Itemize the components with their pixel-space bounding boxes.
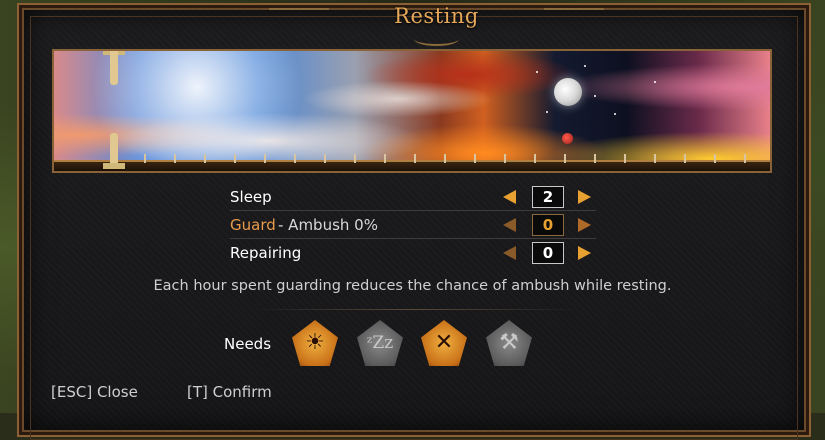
- timeline-tick: [204, 154, 206, 163]
- repairing-increase-arrow-icon[interactable]: [578, 246, 591, 260]
- timeline-tick: [714, 154, 716, 163]
- row-divider: [230, 210, 596, 211]
- guard-hours-value: 0: [532, 214, 564, 236]
- guard-decrease-arrow-icon[interactable]: [503, 218, 516, 232]
- repairing-hours-value: 0: [532, 242, 564, 264]
- window-title: Resting: [394, 4, 479, 28]
- title-curl-ornament: [414, 32, 459, 46]
- fork-knife-glyph: ✕: [434, 330, 454, 355]
- sleep-hours-value: 2: [532, 186, 564, 208]
- timeline-horizon: [54, 160, 770, 171]
- ambush-chance-label: - Ambush 0%: [278, 216, 378, 234]
- time-marker-top[interactable]: [110, 51, 118, 85]
- repairing-label: Repairing: [230, 244, 302, 262]
- star-icon: [614, 113, 616, 115]
- timeline-tick: [564, 154, 566, 163]
- close-hint[interactable]: [ESC] Close: [51, 383, 138, 401]
- sleep-label: Sleep: [230, 188, 272, 206]
- timeline-tick: [684, 154, 686, 163]
- row-divider: [230, 238, 596, 239]
- timeline-tick: [144, 154, 146, 163]
- star-icon: [654, 81, 656, 83]
- timeline-tick: [414, 154, 416, 163]
- confirm-hint[interactable]: [T] Confirm: [187, 383, 272, 401]
- repairing-row: Repairing 0: [230, 241, 596, 265]
- timeline-tick: [294, 154, 296, 163]
- sun-glyph: ☀: [305, 330, 325, 355]
- repairing-decrease-arrow-icon[interactable]: [503, 246, 516, 260]
- timeline-tick: [354, 154, 356, 163]
- timeline-tick: [234, 154, 236, 163]
- guard-increase-arrow-icon[interactable]: [578, 218, 591, 232]
- timeline-tick: [624, 154, 626, 163]
- timeline-tick: [504, 154, 506, 163]
- moon-icon: [554, 78, 582, 106]
- needs-label: Needs: [224, 335, 272, 353]
- timeline-tick: [264, 154, 266, 163]
- timeline-tick: [474, 154, 476, 163]
- timeline-tick: [744, 154, 746, 163]
- time-marker-cap-bottom: [103, 163, 125, 169]
- star-icon: [584, 65, 586, 67]
- timeline-tick: [594, 154, 596, 163]
- sleep-increase-arrow-icon[interactable]: [578, 190, 591, 204]
- timeline-tick: [384, 154, 386, 163]
- time-marker-bottom[interactable]: [110, 133, 118, 167]
- timeline-tick: [444, 154, 446, 163]
- timeline-tick: [324, 154, 326, 163]
- guard-row: Guard - Ambush 0% 0: [230, 213, 596, 237]
- repair-glyph: ⚒: [499, 330, 519, 355]
- guard-label: Guard: [230, 216, 276, 234]
- sleep-glyph: ᶻZz: [366, 332, 394, 353]
- timeline-tick: [534, 154, 536, 163]
- star-icon: [546, 111, 548, 113]
- star-icon: [594, 95, 596, 97]
- sleep-row: Sleep 2: [230, 185, 596, 209]
- guard-hint-text: Each hour spent guarding reduces the cha…: [153, 278, 672, 294]
- red-moon-icon: [562, 133, 573, 144]
- timeline-tick: [654, 154, 656, 163]
- timeline-tick: [174, 154, 176, 163]
- title-plate: Resting: [269, 2, 604, 46]
- star-icon: [536, 71, 538, 73]
- hint-divider: [250, 309, 580, 310]
- sleep-decrease-arrow-icon[interactable]: [503, 190, 516, 204]
- title-ornament-left: [269, 8, 329, 10]
- title-ornament-right: [544, 8, 604, 10]
- day-night-timeline[interactable]: [52, 49, 772, 173]
